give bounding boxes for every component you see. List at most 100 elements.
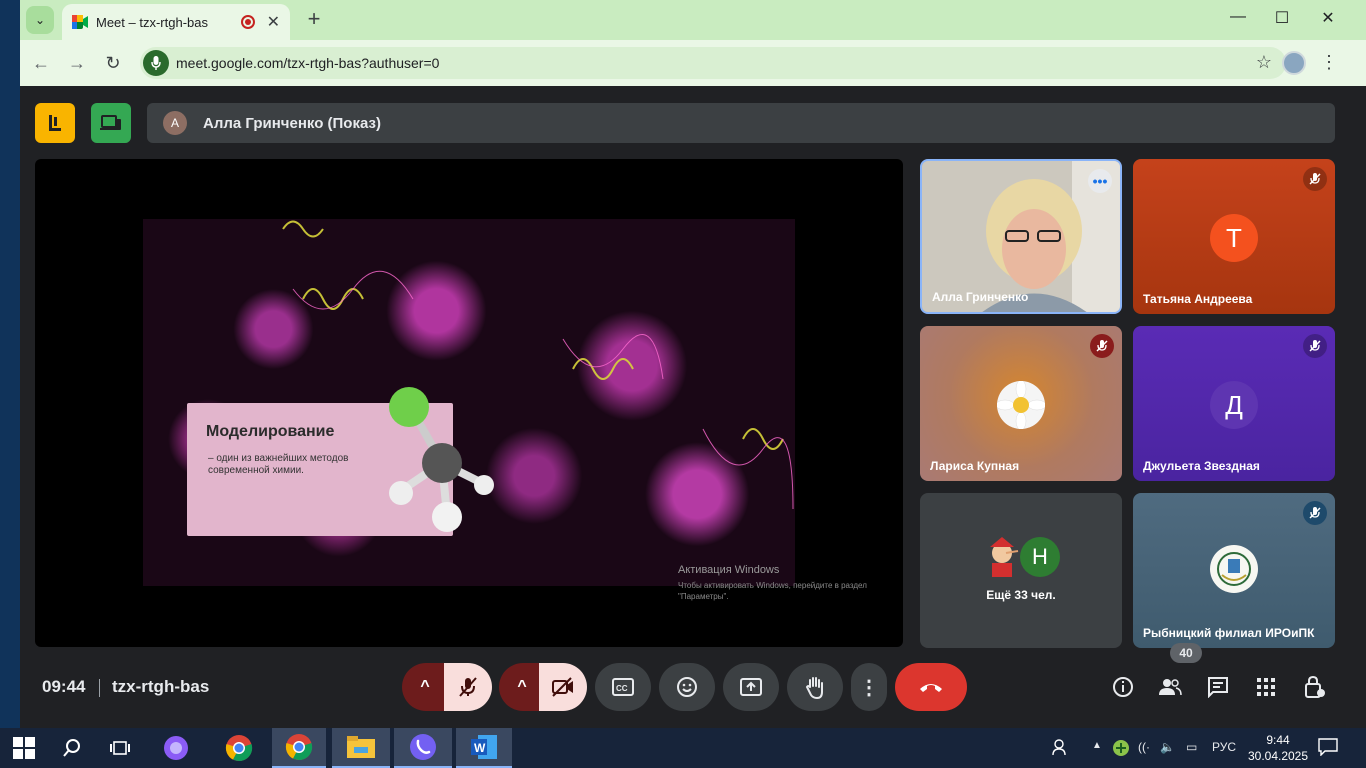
taskbar-date: 30.04.2025 [1247, 749, 1309, 763]
captions-icon: CC [612, 678, 634, 696]
microphone-toggle-button[interactable] [444, 663, 492, 711]
language-indicator[interactable]: РУС [1212, 740, 1236, 754]
mic-off-icon [1303, 501, 1327, 525]
raise-hand-button[interactable] [787, 663, 843, 711]
mic-off-icon [459, 677, 477, 697]
mic-off-icon [1303, 334, 1327, 358]
url-text: meet.google.com/tzx-rtgh-bas?authuser=0 [176, 55, 440, 71]
presenter-label: Алла Гринченко (Показ) [203, 114, 381, 132]
emoji-icon [677, 677, 697, 697]
svg-text:W: W [474, 741, 486, 755]
participant-tile-julieta[interactable]: Д Джульета Звездная [1133, 326, 1335, 481]
viber-app-button[interactable] [394, 728, 452, 768]
profile-avatar[interactable] [1282, 51, 1306, 75]
participant-tile-alla[interactable]: ••• Алла Гринченко [920, 159, 1122, 314]
notifications-icon[interactable] [1318, 738, 1338, 759]
camera-off-icon [552, 677, 573, 697]
apps-grid-icon [1257, 678, 1275, 696]
task-view-button[interactable] [100, 728, 140, 768]
slide-subtitle: – один из важнейших методов современной … [208, 453, 349, 476]
windows-logo-icon [13, 737, 35, 759]
chevron-up-icon: ^ [420, 678, 430, 695]
present-screen-button[interactable] [723, 663, 779, 711]
bookmark-star-icon[interactable]: ☆ [1256, 52, 1272, 73]
meeting-info-button[interactable] [1107, 663, 1139, 711]
file-explorer-button[interactable] [332, 728, 390, 768]
activities-button[interactable] [1250, 663, 1282, 711]
close-tab-icon[interactable]: ✕ [267, 12, 280, 32]
desktop-background [0, 0, 20, 728]
chrome-app-button[interactable] [218, 728, 260, 768]
side-panel-button[interactable] [35, 103, 75, 143]
battery-icon[interactable]: ▭ [1186, 740, 1197, 754]
devices-icon [100, 115, 121, 130]
mic-off-icon [1303, 167, 1327, 191]
participant-tile-tatyana[interactable]: Т Татьяна Андреева [1133, 159, 1335, 314]
close-window-button[interactable]: ✕ [1316, 8, 1340, 32]
audio-options-button[interactable]: ^ [402, 663, 448, 711]
slide-title: Моделирование [206, 423, 335, 440]
start-button[interactable] [0, 728, 48, 768]
word-app-button[interactable]: W [456, 728, 512, 768]
presenter-bar: А Алла Гринченко (Показ) [147, 103, 1335, 143]
tab-meet[interactable]: Meet – tzx-rtgh-bas ✕ [62, 4, 290, 40]
lock-person-icon [1305, 675, 1325, 698]
participant-tile-rybnitsa[interactable]: Рыбницкий филиал ИРОиПК [1133, 493, 1335, 648]
people-icon [1159, 679, 1182, 696]
tab-search-button[interactable]: ⌄ [26, 6, 54, 34]
host-controls-button[interactable] [1298, 663, 1330, 711]
chrome-icon [285, 734, 313, 761]
chrome-meet-window-button[interactable] [272, 728, 326, 768]
molecule-illustration [389, 387, 494, 532]
pinocchio-avatar-icon [990, 537, 1019, 577]
people-button[interactable] [1154, 663, 1186, 711]
end-call-icon [920, 684, 942, 692]
participant-name: Татьяна Андреева [1143, 292, 1253, 306]
wifi-icon[interactable]: ((· [1138, 740, 1150, 754]
captions-button[interactable]: CC [595, 663, 651, 711]
maximize-button[interactable]: ☐ [1270, 8, 1294, 32]
volume-icon[interactable]: 🔈 [1160, 740, 1175, 754]
meeting-controls-bar: 09:44 tzx-rtgh-bas ^ ^ CC ⋮ 40 [20, 643, 1366, 728]
participant-name: Алла Гринченко [932, 290, 1029, 304]
windows-taskbar: W ▲ ((· 🔈 ▭ РУС 9:44 30.04.2025 [0, 728, 1366, 768]
tile-more-options-button[interactable]: ••• [1088, 169, 1112, 193]
camera-toggle-button[interactable] [539, 663, 587, 711]
participant-avatar: Д [1210, 381, 1258, 429]
forward-button[interactable]: → [64, 50, 90, 76]
microphone-in-use-icon[interactable] [143, 50, 169, 76]
new-tab-button[interactable]: + [302, 8, 326, 32]
show-hidden-icons-chevron-icon[interactable]: ▲ [1092, 740, 1102, 751]
green-plus-tray-icon[interactable] [1112, 739, 1130, 760]
reload-button[interactable]: ↻ [100, 50, 126, 76]
participant-name: Рыбницкий филиал ИРОиПК [1143, 626, 1315, 640]
people-tray-icon[interactable] [1052, 738, 1070, 759]
back-button[interactable]: ← [28, 50, 54, 76]
search-icon [63, 739, 80, 757]
more-participants-tile[interactable]: Н Ещё 33 чел. [920, 493, 1122, 648]
companion-mode-button[interactable] [91, 103, 131, 143]
chat-icon [1208, 677, 1228, 698]
address-bar[interactable]: meet.google.com/tzx-rtgh-bas?authuser=0 … [140, 47, 1286, 79]
taskbar-clock[interactable]: 9:44 30.04.2025 [1246, 732, 1310, 764]
reactions-button[interactable] [659, 663, 715, 711]
viber-icon [410, 734, 436, 760]
people-count-badge: 40 [1170, 643, 1202, 663]
presentation-slide: Моделирование – один из важнейших методо… [143, 219, 795, 586]
folder-icon [347, 736, 375, 758]
chat-button[interactable] [1202, 663, 1234, 711]
minimize-button[interactable]: — [1226, 8, 1250, 32]
screen-share-stage[interactable]: Моделирование – один из важнейших методо… [35, 159, 903, 647]
meeting-time: 09:44 [42, 677, 86, 696]
leave-call-button[interactable] [895, 663, 967, 711]
participant-tile-larisa[interactable]: Лариса Купная [920, 326, 1122, 481]
divider [99, 679, 100, 697]
more-options-button[interactable]: ⋮ [851, 663, 887, 711]
search-button[interactable] [52, 728, 92, 768]
mic-off-icon [1090, 334, 1114, 358]
participant-avatar: Н [1020, 537, 1060, 577]
browser-menu-icon[interactable]: ⋮ [1320, 52, 1338, 73]
word-icon: W [471, 735, 497, 759]
taskbar-time: 9:44 [1266, 733, 1290, 747]
alice-app-button[interactable] [156, 728, 196, 768]
